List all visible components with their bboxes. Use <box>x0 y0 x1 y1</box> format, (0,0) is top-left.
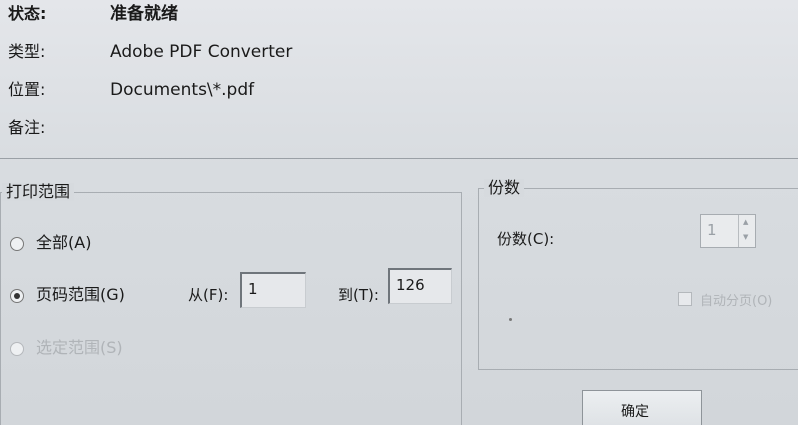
comment-label: 备注: <box>8 118 46 137</box>
location-value: Documents\*.pdf <box>110 80 255 100</box>
collate-label: 自动分页(O) <box>700 294 773 309</box>
spin-buttons[interactable]: ▲ ▼ <box>738 215 755 247</box>
radio-selection-label: 选定范围(S) <box>36 338 123 357</box>
status-label: 状态: <box>8 4 47 23</box>
radio-all-label: 全部(A) <box>36 233 92 252</box>
copies-title: 份数 <box>484 179 525 197</box>
print-dialog: 状态: 准备就绪 类型: Adobe PDF Converter 位置: Doc… <box>0 0 798 425</box>
spin-down-icon[interactable]: ▼ <box>743 233 748 241</box>
location-label: 位置: <box>8 80 46 99</box>
print-range-title: 打印范围 <box>2 183 75 201</box>
copies-value: 1 <box>707 221 717 239</box>
ok-button-label: 确定 <box>621 404 649 420</box>
spin-up-icon[interactable]: ▲ <box>743 218 748 226</box>
from-label: 从(F): <box>188 286 229 304</box>
print-range-group <box>0 192 462 425</box>
radio-page-range-label: 页码范围(G) <box>36 285 125 304</box>
copies-spinner[interactable]: 1 ▲ ▼ <box>700 214 756 248</box>
radio-all[interactable] <box>10 237 24 251</box>
section-divider <box>0 158 798 159</box>
to-label: 到(T): <box>338 286 379 304</box>
radio-page-range[interactable] <box>10 289 24 303</box>
radio-selection[interactable] <box>10 342 24 356</box>
copies-label: 份数(C): <box>497 230 555 248</box>
from-input[interactable]: 1 <box>240 272 306 308</box>
type-label: 类型: <box>8 42 46 61</box>
collate-checkbox[interactable] <box>678 292 692 306</box>
to-value: 126 <box>396 276 425 294</box>
type-value: Adobe PDF Converter <box>110 42 293 62</box>
decorative-dot <box>509 318 512 321</box>
to-input[interactable]: 126 <box>388 268 452 304</box>
ok-button[interactable]: 确定 <box>582 390 702 425</box>
status-value: 准备就绪 <box>110 4 178 24</box>
from-value: 1 <box>248 280 258 298</box>
